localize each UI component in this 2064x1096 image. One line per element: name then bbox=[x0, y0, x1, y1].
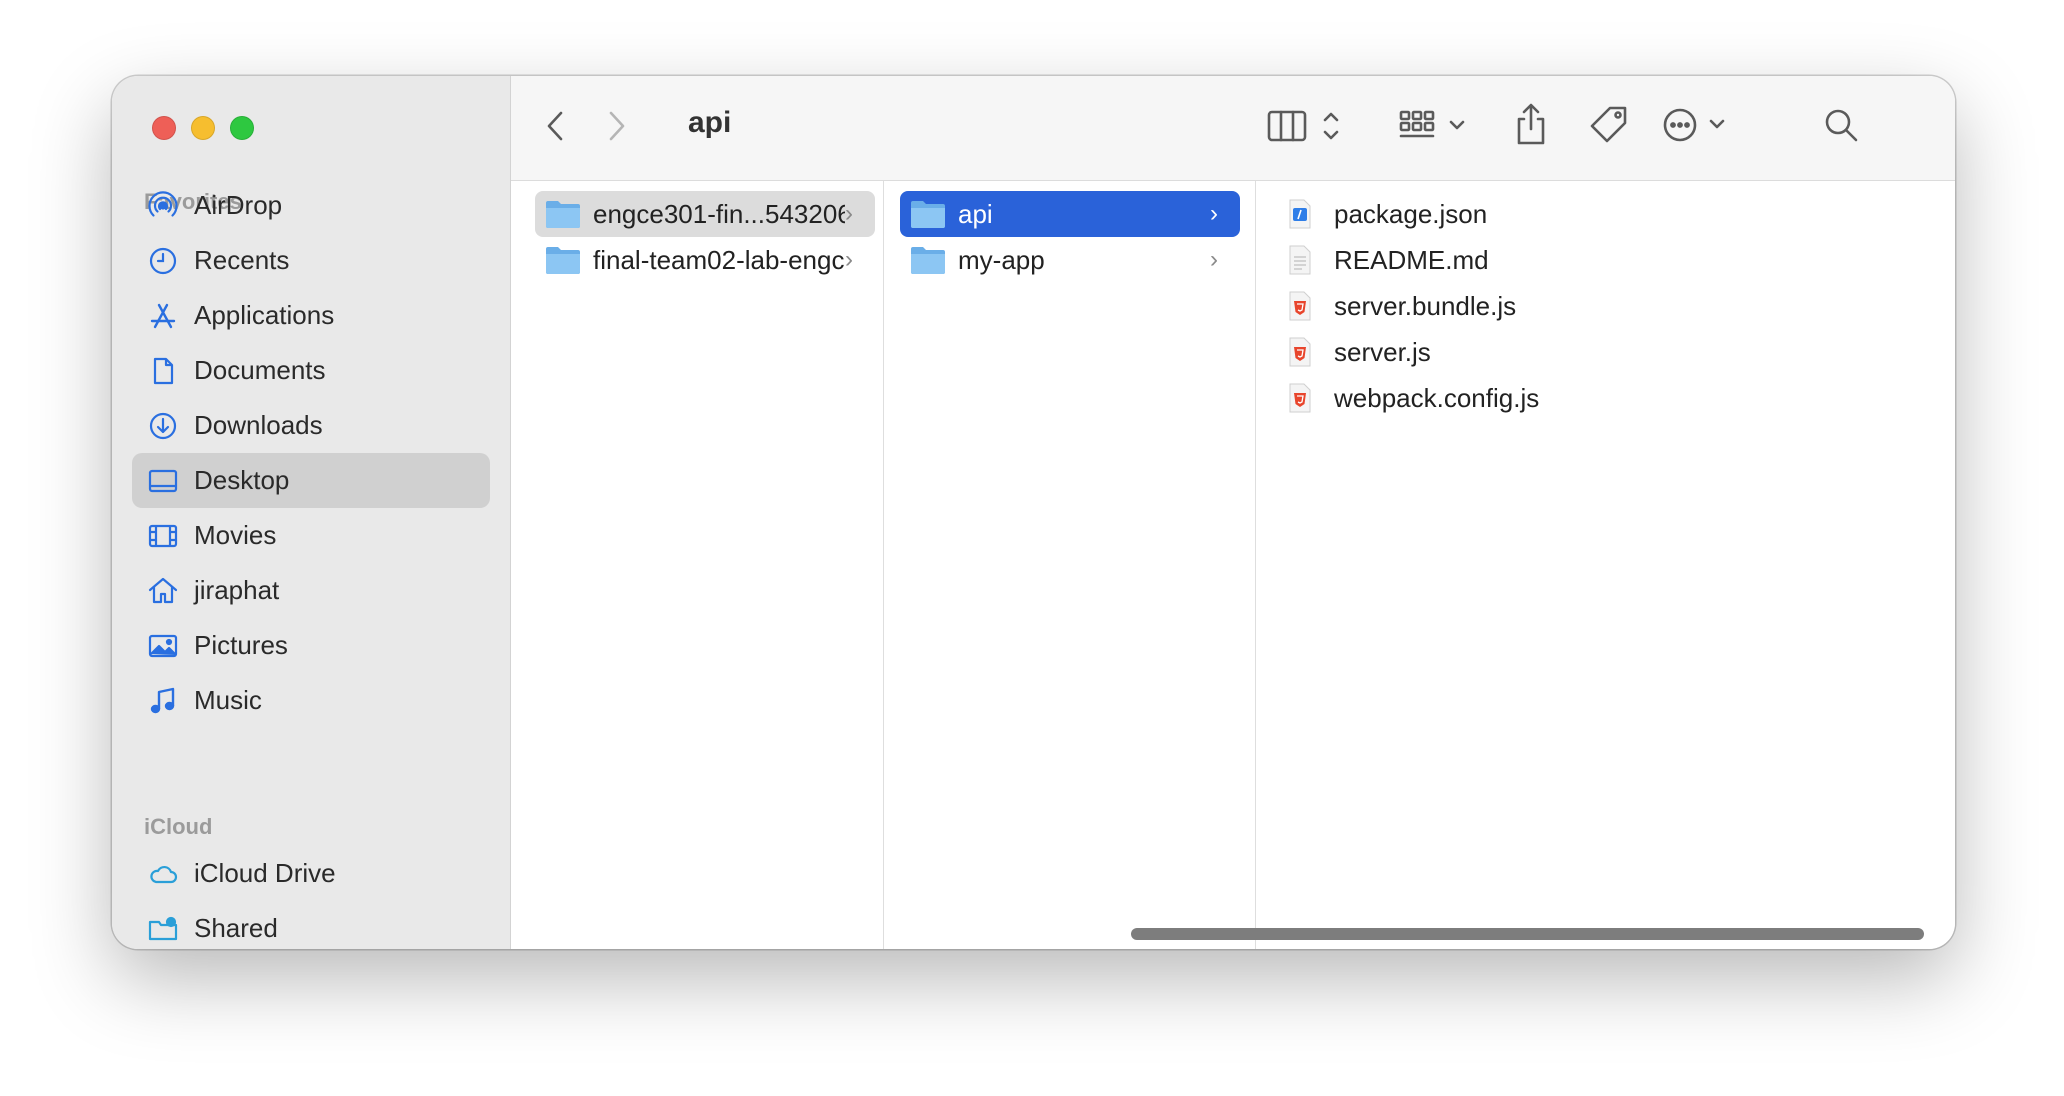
search-icon bbox=[1825, 109, 1858, 142]
minimize-window-button[interactable] bbox=[191, 116, 215, 140]
forward-button[interactable] bbox=[599, 104, 633, 148]
sidebar-item-music[interactable]: Music bbox=[132, 673, 490, 728]
file-name: package.json bbox=[1334, 198, 1488, 229]
sidebar-item-downloads[interactable]: Downloads bbox=[132, 398, 490, 453]
chevron-right-icon: › bbox=[845, 246, 853, 273]
sidebar-item-label: Desktop bbox=[194, 465, 290, 495]
sidebar-item-label: Applications bbox=[194, 300, 335, 330]
sidebar-item-airdrop[interactable]: AirDrop bbox=[132, 178, 490, 233]
file-row[interactable]: server.bundle.js bbox=[1288, 283, 1516, 329]
document-icon bbox=[146, 354, 180, 388]
horizontal-scrollbar[interactable] bbox=[1131, 928, 1924, 940]
sidebar-item-documents[interactable]: Documents bbox=[132, 343, 490, 398]
group-button[interactable] bbox=[1399, 104, 1479, 148]
search-button[interactable] bbox=[1819, 102, 1863, 148]
sidebar-item-label: Recents bbox=[194, 245, 290, 275]
sidebar-item-label: Music bbox=[194, 685, 262, 715]
sidebar-item-shared[interactable]: Shared bbox=[132, 901, 490, 949]
applications-icon bbox=[146, 299, 180, 333]
sidebar-item-recents[interactable]: Recents bbox=[132, 233, 490, 288]
icloud-header: iCloud bbox=[144, 814, 213, 839]
file-name: README.md bbox=[1334, 244, 1489, 275]
home-icon bbox=[146, 574, 180, 608]
file-row[interactable]: server.js bbox=[1288, 329, 1431, 375]
share-button[interactable] bbox=[1511, 98, 1551, 150]
sidebar: Favorites AirDrop Recents Applications D… bbox=[112, 76, 511, 949]
chevron-right-icon: › bbox=[1210, 200, 1218, 227]
film-icon bbox=[146, 519, 180, 553]
view-mode-button[interactable] bbox=[1267, 104, 1351, 148]
column-2: api › my-app › bbox=[884, 181, 1256, 949]
folder-row[interactable]: api › bbox=[900, 191, 1240, 237]
sidebar-item-label: jiraphat bbox=[194, 575, 280, 605]
folder-name: my-app bbox=[958, 244, 1045, 275]
file-row[interactable]: webpack.config.js bbox=[1288, 375, 1539, 421]
chevron-left-icon bbox=[547, 111, 563, 141]
folder-name: final-team02-lab-engce301 bbox=[593, 244, 845, 275]
folder-row[interactable]: engce301-fin...543206005-3 › bbox=[535, 191, 875, 237]
folder-name: engce301-fin...543206005-3 bbox=[593, 198, 845, 229]
ellipsis-circle-icon bbox=[1663, 108, 1725, 142]
finder-window: Favorites AirDrop Recents Applications D… bbox=[112, 76, 1955, 949]
sidebar-item-label: Shared bbox=[194, 913, 278, 943]
chevron-right-icon: › bbox=[1210, 246, 1218, 273]
folder-row[interactable]: my-app › bbox=[900, 237, 1240, 283]
airdrop-icon bbox=[146, 189, 180, 223]
cloud-icon bbox=[146, 857, 180, 891]
sidebar-item-home[interactable]: jiraphat bbox=[132, 563, 490, 618]
sidebar-item-label: Downloads bbox=[194, 410, 323, 440]
file-name: webpack.config.js bbox=[1334, 382, 1540, 413]
photo-icon bbox=[146, 629, 180, 663]
tag-icon bbox=[1590, 106, 1627, 143]
js-file-icon bbox=[1289, 291, 1311, 321]
window-title: api bbox=[688, 106, 732, 139]
music-note-icon bbox=[146, 684, 180, 718]
folder-icon bbox=[911, 201, 945, 228]
sidebar-item-pictures[interactable]: Pictures bbox=[132, 618, 490, 673]
download-icon bbox=[146, 409, 180, 443]
js-file-icon bbox=[1289, 383, 1311, 413]
close-window-button[interactable] bbox=[152, 116, 176, 140]
column-1: engce301-fin...543206005-3 › final-team0… bbox=[519, 181, 884, 949]
text-file-icon bbox=[1289, 245, 1311, 275]
tags-button[interactable] bbox=[1587, 102, 1631, 148]
sidebar-item-label: AirDrop bbox=[194, 190, 283, 220]
sidebar-item-label: Documents bbox=[194, 355, 326, 385]
folder-row[interactable]: final-team02-lab-engce301 › bbox=[535, 237, 875, 283]
window-controls bbox=[152, 116, 254, 140]
sidebar-item-label: Movies bbox=[194, 520, 277, 550]
more-actions-button[interactable] bbox=[1661, 102, 1735, 148]
clock-icon bbox=[146, 244, 180, 278]
json-file-icon bbox=[1289, 199, 1311, 229]
sidebar-item-applications[interactable]: Applications bbox=[132, 288, 490, 343]
file-row[interactable]: README.md bbox=[1288, 237, 1489, 283]
file-name: server.js bbox=[1334, 336, 1431, 367]
sidebar-item-movies[interactable]: Movies bbox=[132, 508, 490, 563]
folder-icon bbox=[546, 247, 580, 274]
column-3: package.json README.md server.bundle.js bbox=[1256, 181, 1955, 949]
grid-group-icon bbox=[1399, 110, 1465, 138]
sidebar-item-desktop[interactable]: Desktop bbox=[132, 453, 490, 508]
shared-folder-icon bbox=[146, 912, 180, 946]
toolbar: api bbox=[511, 76, 1955, 181]
back-button[interactable] bbox=[539, 104, 573, 148]
file-row[interactable]: package.json bbox=[1288, 191, 1487, 237]
folder-icon bbox=[546, 201, 580, 228]
folder-icon bbox=[911, 247, 945, 274]
sidebar-item-label: iCloud Drive bbox=[194, 858, 336, 888]
sidebar-item-icloud-drive[interactable]: iCloud Drive bbox=[132, 846, 490, 901]
file-name: server.bundle.js bbox=[1334, 290, 1517, 321]
chevron-right-icon bbox=[609, 111, 625, 141]
desktop-icon bbox=[146, 464, 180, 498]
js-file-icon bbox=[1289, 337, 1311, 367]
columns-view-icon bbox=[1267, 110, 1339, 142]
sidebar-item-label: Pictures bbox=[194, 630, 288, 660]
zoom-window-button[interactable] bbox=[230, 116, 254, 140]
chevron-right-icon: › bbox=[845, 200, 853, 227]
share-icon bbox=[1517, 103, 1545, 145]
folder-name: api bbox=[958, 198, 993, 229]
